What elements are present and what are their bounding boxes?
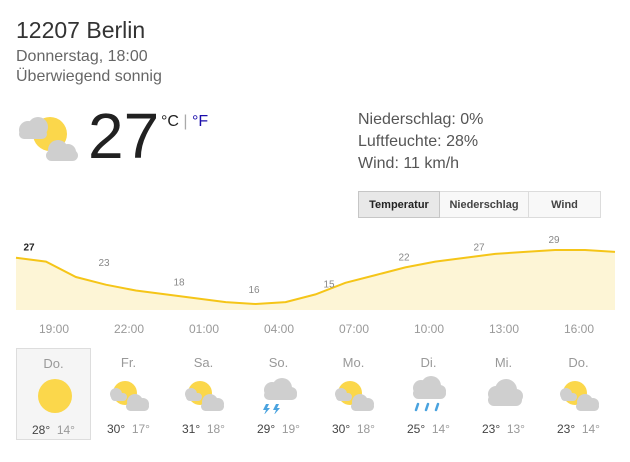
day-temps: 23° 13° (466, 422, 541, 436)
tab-wind[interactable]: Wind (529, 191, 601, 218)
high-temp: 30° (332, 422, 351, 436)
sun-cloud-icon (110, 381, 149, 411)
day-forecast[interactable]: Mi. 23° 13° (466, 348, 541, 440)
day-forecast[interactable]: Do. 23° 14° (541, 348, 616, 440)
day-forecast[interactable]: Do. 28° 14° (16, 348, 91, 440)
chart-value-label: 18 (173, 277, 185, 288)
time-label: 19:00 (38, 322, 70, 336)
day-forecast[interactable]: So. 29° 19° (241, 348, 316, 440)
chart-value-label: 16 (248, 285, 260, 296)
day-name: Sa. (193, 355, 214, 370)
time-label: 01:00 (188, 322, 220, 336)
current-temperature: 27 (88, 100, 160, 172)
celsius-unit[interactable]: °C (161, 113, 179, 130)
chart-value-label: 22 (398, 252, 410, 263)
thunderstorm-icon (263, 378, 297, 414)
low-temp: 17° (131, 422, 150, 436)
day-name: Fr. (120, 355, 137, 370)
time-label: 13:00 (488, 322, 520, 336)
day-forecast[interactable]: Mo. 30° 18° (316, 348, 391, 440)
datetime: Donnerstag, 18:00 (16, 48, 148, 65)
sun-cloud-icon (185, 381, 224, 411)
sun-icon (38, 379, 72, 413)
high-temp: 23° (557, 422, 576, 436)
day-name: Mo. (342, 355, 365, 370)
day-forecast[interactable]: Sa. 31° 18° (166, 348, 241, 440)
tab-temperature[interactable]: Temperatur (358, 191, 440, 218)
location-title: 12207 Berlin (16, 17, 146, 43)
chart-value-label: 27 (473, 243, 485, 254)
high-temp: 29° (257, 422, 276, 436)
tab-precipitation[interactable]: Niederschlag (440, 191, 529, 218)
chart-value-label: 29 (548, 235, 560, 246)
day-temps: 30° 18° (316, 422, 391, 436)
time-label: 07:00 (338, 322, 370, 336)
high-temp: 23° (482, 422, 501, 436)
precipitation-info: Niederschlag: 0% (358, 111, 484, 128)
high-temp: 31° (182, 422, 201, 436)
low-temp: 14° (581, 422, 600, 436)
high-temp: 30° (107, 422, 126, 436)
low-temp: 18° (356, 422, 375, 436)
chart-tabs: Temperatur Niederschlag Wind (358, 191, 601, 218)
time-label: 16:00 (563, 322, 595, 336)
day-temps: 29° 19° (241, 422, 316, 436)
chart-value-label: 23 (98, 258, 110, 269)
day-temps: 31° 18° (166, 422, 241, 436)
low-temp: 18° (206, 422, 225, 436)
high-temp: 28° (32, 423, 51, 437)
wind-info: Wind: 11 km/h (358, 155, 460, 172)
condition: Überwiegend sonnig (16, 68, 162, 85)
day-forecast[interactable]: Fr. 30° 17° (91, 348, 166, 440)
sun-cloud-icon (335, 381, 374, 411)
day-forecast[interactable]: Di. 25° 14° (391, 348, 466, 440)
high-temp: 25° (407, 422, 426, 436)
day-temps: 23° 14° (541, 422, 616, 436)
daily-forecast: Do. 28° 14° Fr. 30° 17° Sa. 31° 18° So. 29° 19°… (16, 348, 616, 440)
low-temp: 19° (281, 422, 300, 436)
fahrenheit-unit[interactable]: °F (192, 113, 208, 130)
time-label: 04:00 (263, 322, 295, 336)
time-label: 22:00 (113, 322, 145, 336)
day-name: Mi. (494, 355, 513, 370)
time-axis: 19:00 22:00 01:00 04:00 07:00 10:00 13:00 16:00 (0, 322, 630, 338)
time-label: 10:00 (413, 322, 445, 336)
rain-cloud-icon (413, 376, 446, 412)
low-temp: 14° (56, 423, 75, 437)
day-temps: 30° 17° (91, 422, 166, 436)
sun-cloud-icon (19, 117, 78, 161)
day-name: Do. (568, 355, 589, 370)
day-name: Di. (420, 355, 437, 370)
unit-separator: | (178, 113, 192, 130)
low-temp: 14° (431, 422, 450, 436)
day-name: So. (268, 355, 289, 370)
humidity-info: Luftfeuchte: 28% (358, 133, 479, 150)
low-temp: 13° (506, 422, 525, 436)
day-temps: 25° 14° (391, 422, 466, 436)
sun-cloud-icon (560, 381, 599, 411)
chart-value-label: 15 (323, 279, 335, 290)
temperature-chart: 27 23 18 16 15 22 27 29 (15, 235, 616, 310)
unit-toggle: °C | °F (161, 113, 208, 131)
cloud-icon (488, 379, 523, 406)
chart-value-label: 27 (23, 243, 35, 254)
day-name: Do. (43, 356, 64, 371)
day-temps: 28° 14° (17, 423, 90, 437)
